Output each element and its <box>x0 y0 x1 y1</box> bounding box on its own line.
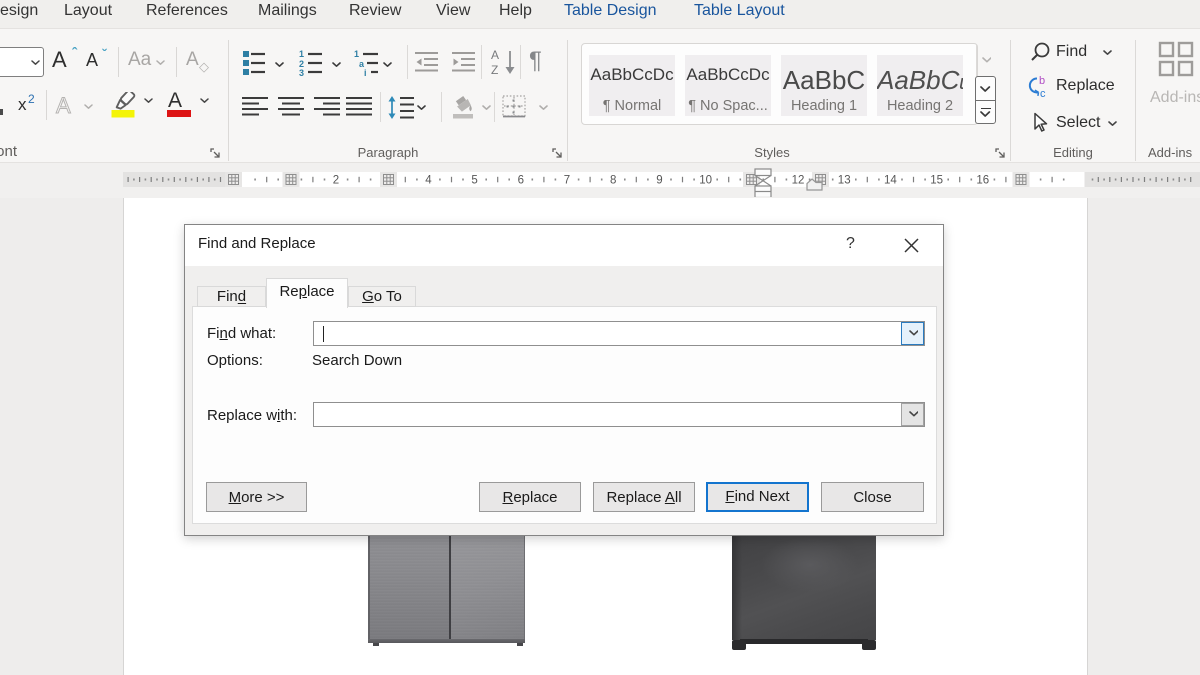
svg-text:16: 16 <box>976 175 989 187</box>
svg-text:3: 3 <box>299 68 304 76</box>
svg-text:Z: Z <box>491 63 498 76</box>
svg-text:13: 13 <box>838 175 851 187</box>
svg-text:12: 12 <box>792 175 805 187</box>
svg-text:A: A <box>491 48 499 62</box>
svg-text:4: 4 <box>425 175 432 187</box>
svg-text:7: 7 <box>564 175 570 187</box>
svg-text:2: 2 <box>333 175 339 187</box>
svg-text:6: 6 <box>518 175 524 187</box>
svg-text:1: 1 <box>354 49 359 59</box>
svg-text:8: 8 <box>610 175 616 187</box>
svg-text:15: 15 <box>930 175 943 187</box>
svg-text:c: c <box>1040 88 1046 99</box>
svg-text:9: 9 <box>656 175 662 187</box>
svg-text:1: 1 <box>299 49 304 59</box>
svg-text:5: 5 <box>471 175 477 187</box>
svg-text:14: 14 <box>884 175 897 187</box>
svg-text:10: 10 <box>699 175 712 187</box>
svg-text:i: i <box>364 68 367 76</box>
svg-text:b: b <box>1039 75 1045 87</box>
